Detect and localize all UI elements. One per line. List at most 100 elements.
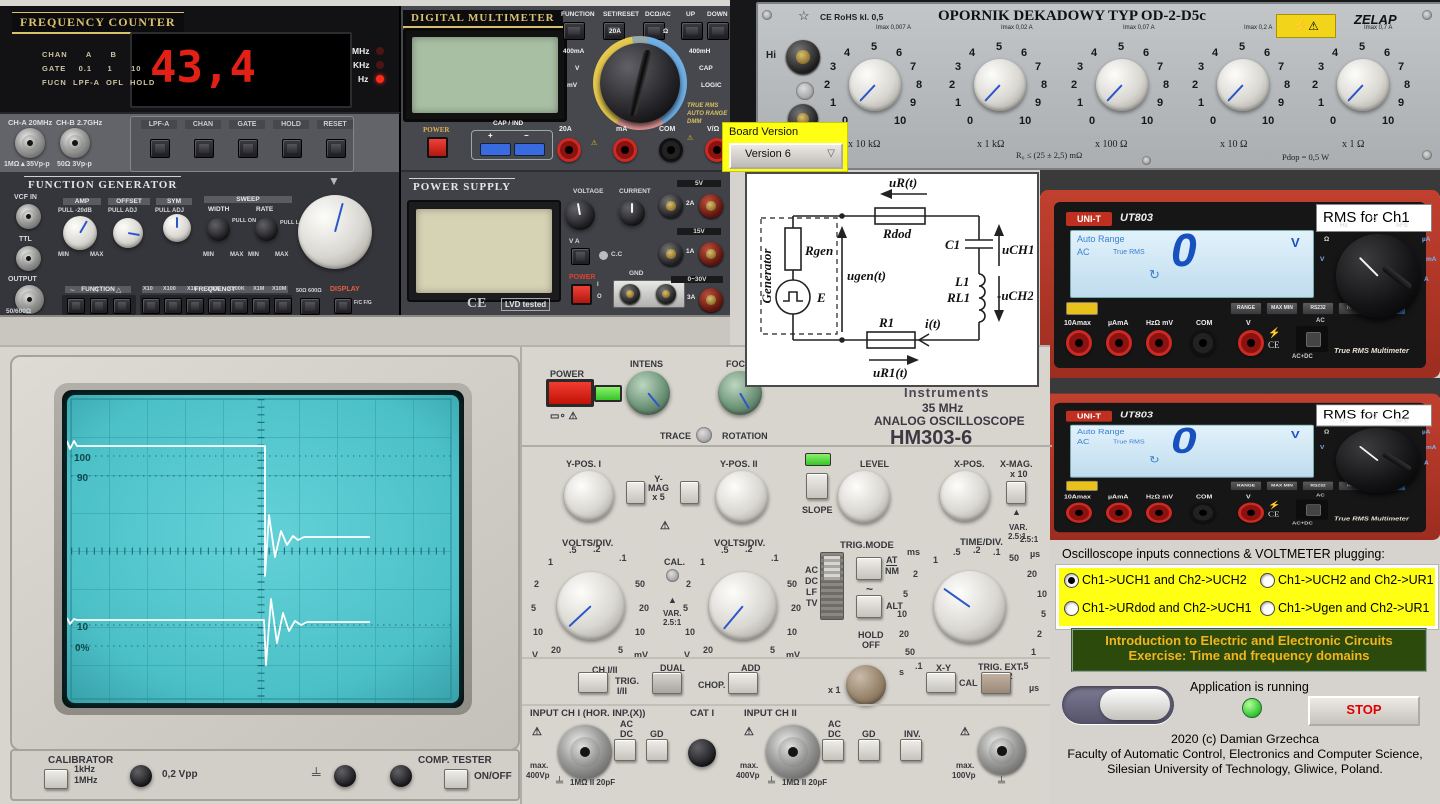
lpf-a-button[interactable] [150,139,170,158]
impedance-button[interactable] [300,298,320,315]
dmm-power-button[interactable] [427,137,448,158]
cal-output[interactable] [130,765,152,787]
decade-dial-10k[interactable] [849,59,901,111]
jack-uama[interactable] [1106,503,1132,523]
backlight-button[interactable] [1066,302,1098,315]
at-nm-button[interactable] [856,557,882,580]
y-pos-1-knob[interactable] [564,471,614,521]
jack-hzohm[interactable] [1146,503,1172,523]
channel-b-bnc[interactable] [60,128,90,158]
gate-button[interactable] [238,139,258,158]
trig-ext-bnc[interactable] [978,727,1026,775]
holdoff-knob[interactable] [846,665,886,705]
input-ch1-bnc[interactable] [558,725,612,779]
jack-20a[interactable] [557,138,581,162]
jack-com[interactable] [659,138,683,162]
comp-tester-button[interactable] [444,769,468,789]
ground-jack-1[interactable] [334,765,356,787]
volts-div-1-knob[interactable] [557,572,625,640]
jack-10a[interactable] [1066,503,1092,523]
ground-terminal[interactable] [796,82,814,100]
backlight-button[interactable] [1066,481,1098,491]
freq-x1m-button[interactable] [252,298,270,314]
trig-coupling-slider[interactable] [820,552,844,620]
out15v-minus-post[interactable] [659,242,683,266]
channel-a-bnc[interactable] [15,128,45,158]
alt-button[interactable] [856,595,882,618]
decade-dial-1k[interactable] [974,59,1026,111]
time-div-knob[interactable] [934,571,1006,643]
input-ch2-bnc[interactable] [766,725,820,779]
freq-x10-button[interactable] [142,298,160,314]
run-toggle[interactable] [1062,686,1174,724]
sine-wave-button[interactable] [67,298,85,314]
board-version-dropdown[interactable]: Version 6 ▽ [729,143,843,169]
dmm-function-button[interactable] [563,22,585,40]
gnd-terminal-block[interactable] [613,280,685,308]
var-adjust-1[interactable] [666,569,679,582]
ch-select-button[interactable] [578,672,608,693]
y-pos-2-knob[interactable] [716,471,768,523]
cap-ind-socket[interactable]: + − [471,130,553,160]
jack-10a[interactable] [1066,330,1092,356]
out5v-plus-post[interactable] [699,194,723,218]
radio-ch1-uch1[interactable] [1064,573,1079,588]
hold-button[interactable] [282,139,302,158]
decade-dial-10[interactable] [1217,59,1269,111]
ttl-bnc[interactable] [16,246,41,271]
jack-com[interactable] [1190,330,1216,356]
volts-div-2-knob[interactable] [709,572,777,640]
hi-terminal[interactable] [786,40,820,74]
voltage-knob[interactable] [565,200,595,230]
offset-knob[interactable] [113,218,143,248]
frequency-dial[interactable] [298,195,372,269]
cat-jack[interactable] [688,739,716,767]
jack-ma[interactable] [613,138,637,162]
x-pos-knob[interactable] [940,471,990,521]
jack-com[interactable] [1190,503,1216,523]
range-button[interactable]: RANGE [1230,302,1262,315]
calibrator-switch[interactable] [44,769,68,789]
sweep-rate-knob[interactable] [255,218,278,241]
xy-button[interactable] [926,672,956,693]
freq-x100k-button[interactable] [230,298,248,314]
ac-dc-switch[interactable] [1296,500,1328,520]
ch1-acdc-button[interactable] [614,739,636,761]
maxmin-button[interactable]: MAX MIN [1266,302,1298,315]
jack-hzohm[interactable] [1146,330,1172,356]
rs232-button[interactable]: RS232 [1302,481,1334,491]
meter-rotary-dial[interactable] [1336,428,1420,493]
ch2-gd-button[interactable] [858,739,880,761]
range-button[interactable]: RANGE [1230,481,1262,491]
out30v-plus-post[interactable] [699,288,723,312]
y-mag-button-1[interactable] [626,481,645,504]
level-knob[interactable] [838,471,890,523]
scope-power-button[interactable] [546,379,594,407]
reset-button[interactable] [326,139,346,158]
dmm-rotary-switch[interactable] [600,43,680,123]
radio-ch1-urdod[interactable] [1064,601,1079,616]
amp-knob[interactable] [63,216,97,250]
va-select-button[interactable] [571,248,590,265]
ch2-acdc-button[interactable] [822,739,844,761]
sym-knob[interactable] [163,214,191,242]
vcf-in-bnc[interactable] [16,204,41,229]
add-button[interactable] [728,672,758,694]
trace-rotation-screw[interactable] [696,427,712,443]
decade-dial-1[interactable] [1337,59,1389,111]
freq-x10k-button[interactable] [208,298,226,314]
decade-dial-100[interactable] [1096,59,1148,111]
current-knob[interactable] [619,200,645,226]
radio-ch1-uch2[interactable] [1260,573,1275,588]
ch1-gd-button[interactable] [646,739,668,761]
freq-x10m-button[interactable] [274,298,292,314]
meter-rotary-dial[interactable] [1336,234,1420,318]
triangle-wave-button[interactable] [113,298,131,314]
out5v-minus-post[interactable] [659,194,683,218]
dmm-up-button[interactable] [681,22,703,40]
y-mag-button-2[interactable] [680,481,699,504]
rs232-button[interactable]: RS232 [1302,302,1334,315]
jack-uama[interactable] [1106,330,1132,356]
freq-x1k-button[interactable] [186,298,204,314]
dual-button[interactable] [652,672,682,694]
